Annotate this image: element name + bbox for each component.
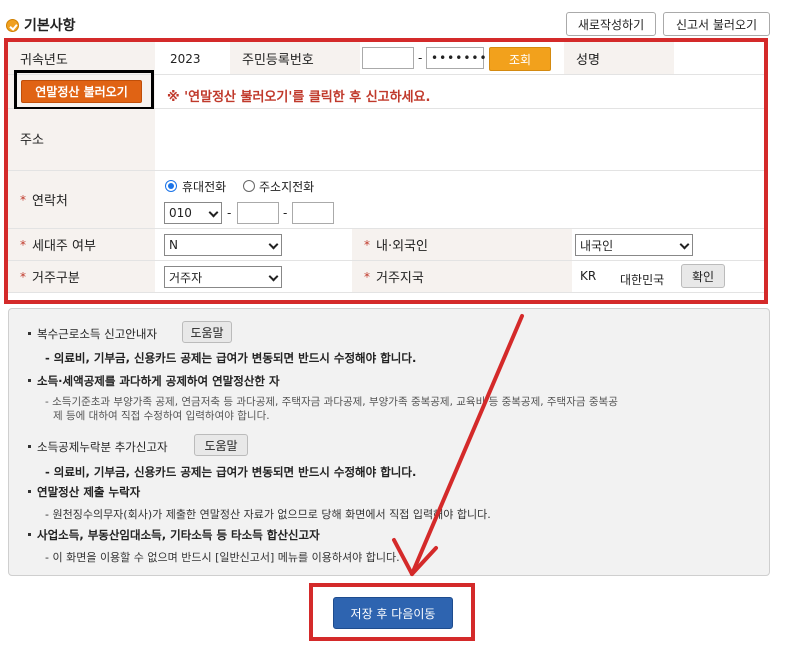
chevron-down-icon: [268, 239, 279, 250]
info-item-multiple-income: 복수근로소득 신고안내자: [28, 326, 158, 342]
bullet-icon: [28, 533, 31, 536]
chevron-down-icon: [268, 271, 279, 282]
info-item-missed-deduction: 소득공제누락분 추가신고자: [28, 439, 168, 455]
phone-separator-1: -: [227, 206, 232, 220]
required-star-icon: *: [20, 192, 26, 207]
contact-label: 연락처: [32, 194, 68, 209]
info-item-text: 사업소득, 부동산임대소득, 기타소득 등 타소득 합산신고자: [37, 528, 320, 542]
required-star-icon: *: [20, 237, 26, 252]
help-button-1[interactable]: 도움말: [182, 321, 232, 343]
householder-label: 세대주 여부: [32, 239, 96, 254]
mobile-radio-label: 휴대전화: [182, 180, 227, 194]
phone-middle-input[interactable]: [237, 202, 279, 224]
phone-prefix-select[interactable]: 010: [164, 202, 222, 224]
form-row-contact: * 연락처 휴대전화 주소지전화 010 - -: [8, 171, 768, 229]
form-row-householder: * 세대주 여부 N * 내·외국인 내국인: [8, 229, 768, 261]
info-item-other-income: 사업소득, 부동산임대소득, 기타소득 등 타소득 합산신고자: [28, 527, 320, 543]
lookup-button[interactable]: 조회: [489, 47, 551, 71]
required-star-icon: *: [20, 269, 26, 284]
required-star-icon: *: [364, 237, 370, 252]
ssn-front-input[interactable]: [362, 47, 414, 69]
home-phone-radio-label: 주소지전화: [259, 180, 315, 194]
bullet-icon: [28, 490, 31, 493]
check-bullet-icon: [6, 18, 19, 32]
phone-prefix-value: 010: [169, 206, 192, 220]
form-row-residence: * 거주구분 거주자 * 거주지국 KR 대한민국 확인: [8, 261, 768, 293]
required-star-icon: *: [364, 269, 370, 284]
residence-value: 거주자: [169, 270, 203, 285]
country-code: KR: [580, 269, 597, 283]
nationality-label-cell: * 내·외국인: [352, 229, 572, 260]
bullet-icon: [28, 332, 31, 335]
year-value: 2023: [170, 52, 201, 66]
country-label-cell: * 거주지국: [352, 261, 572, 292]
country-confirm-button[interactable]: 확인: [681, 264, 725, 288]
country-label: 거주지국: [376, 271, 424, 286]
load-notice: ※ '연말정산 불러오기'를 클릭한 후 신고하세요.: [167, 90, 431, 105]
info-sub-text: - 의료비, 기부금, 신용카드 공제는 급여가 변동되면 반드시 수정해야 합…: [45, 351, 417, 365]
nationality-value: 내국인: [580, 238, 614, 253]
info-item-over-deduction: 소득·세액공제를 과다하게 공제하여 연말정산한 자: [28, 373, 280, 389]
info-sub-text: 제 등에 대하여 직접 수정하여 입력하여야 합니다.: [53, 410, 270, 422]
nationality-select[interactable]: 내국인: [575, 234, 693, 256]
ssn-label: 주민등록번호: [230, 42, 360, 74]
residence-label: 거주구분: [32, 271, 80, 286]
help-button-2[interactable]: 도움말: [194, 434, 248, 456]
householder-value: N: [169, 238, 178, 252]
chevron-down-icon: [208, 207, 219, 218]
householder-label-cell: * 세대주 여부: [8, 229, 155, 260]
highlight-box-black: [14, 70, 154, 110]
info-panel: 복수근로소득 신고안내자 도움말 - 의료비, 기부금, 신용카드 공제는 급여…: [8, 308, 770, 576]
mobile-radio[interactable]: [165, 180, 177, 192]
form-row-address: 주소: [8, 109, 768, 171]
address-label: 주소: [8, 109, 155, 170]
info-item-text: 소득·세액공제를 과다하게 공제하여 연말정산한 자: [37, 374, 280, 388]
name-field[interactable]: [676, 47, 764, 69]
load-report-button[interactable]: 신고서 불러오기: [663, 12, 770, 36]
section-title: 기본사항: [6, 14, 76, 36]
householder-select[interactable]: N: [164, 234, 282, 256]
phone-separator-2: -: [283, 206, 288, 220]
name-label: 성명: [564, 42, 674, 74]
phone-last-input[interactable]: [292, 202, 334, 224]
info-sub-text: - 소득기준초과 부양가족 공제, 연금저축 등 과다공제, 주택자금 과다공제…: [45, 396, 618, 408]
section-title-text: 기본사항: [24, 18, 76, 34]
ssn-back-input[interactable]: •••••••: [426, 47, 487, 69]
info-item-text: 연말정산 제출 누락자: [37, 485, 141, 499]
home-phone-radio[interactable]: [243, 180, 255, 192]
new-report-button[interactable]: 새로작성하기: [566, 12, 656, 36]
address-input[interactable]: [166, 115, 762, 137]
country-name: 대한민국: [620, 273, 665, 287]
info-sub-text: - 이 화면을 이용할 수 없으며 반드시 [일반신고서] 메뉴를 이용하셔야 …: [45, 551, 400, 564]
save-next-button[interactable]: 저장 후 다음이동: [333, 597, 453, 629]
residence-select[interactable]: 거주자: [164, 266, 282, 288]
contact-label-cell: * 연락처: [8, 171, 155, 228]
info-item-text: 소득공제누락분 추가신고자: [37, 440, 168, 454]
nationality-label: 내·외국인: [376, 239, 428, 254]
info-sub-text: - 의료비, 기부금, 신용카드 공제는 급여가 변동되면 반드시 수정해야 합…: [45, 465, 417, 479]
info-sub-text: - 원천징수의무자(회사)가 제출한 연말정산 자료가 없으므로 당해 화면에서…: [45, 508, 491, 521]
info-item-missing-submission: 연말정산 제출 누락자: [28, 484, 141, 500]
ssn-separator: -: [418, 51, 423, 65]
bullet-icon: [28, 445, 31, 448]
residence-label-cell: * 거주구분: [8, 261, 155, 292]
info-item-text: 복수근로소득 신고안내자: [37, 327, 158, 341]
bullet-icon: [28, 379, 31, 382]
chevron-down-icon: [679, 239, 690, 250]
